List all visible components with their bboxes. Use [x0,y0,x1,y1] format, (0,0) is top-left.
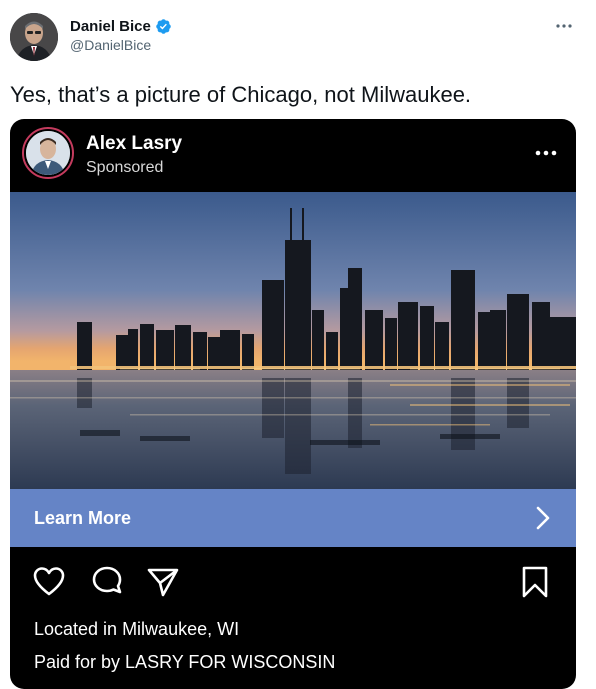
ad-more-icon [534,145,558,156]
ad-header: Alex Lasry Sponsored [10,119,576,191]
author-handle[interactable]: @DanielBice [70,37,172,53]
author-block: Daniel Bice @DanielBice [70,16,172,53]
tweet-card: Daniel Bice @DanielBice Yes, that’s a pi… [0,0,596,689]
author-name-row: Daniel Bice [70,16,172,36]
author-name[interactable]: Daniel Bice [70,18,151,35]
ad-paid-for-text: Paid for by LASRY FOR WISCONSIN [34,652,336,672]
ad-location-text: Located in Milwaukee, WI [34,619,240,639]
verified-badge-icon [155,18,172,35]
tweet-media[interactable]: Alex Lasry Sponsored Learn More Located … [10,119,576,689]
send-icon [146,565,180,599]
learn-more-label: Learn More [34,508,132,528]
tweet-text: Yes, that’s a picture of Chicago, not Mi… [10,82,472,107]
comment-bubble-icon [90,565,124,599]
chevron-right-icon [536,505,550,531]
ad-action-bar [10,565,576,605]
bookmark-icon [518,565,552,599]
author-avatar[interactable] [10,13,58,61]
learn-more-button[interactable]: Learn More [10,489,576,547]
author-avatar-image [10,13,58,61]
ad-avatar [26,131,70,175]
ad-avatar-ring [22,127,74,179]
ad-sponsored-label: Sponsored [86,159,164,176]
heart-icon [32,565,66,599]
ad-account-name: Alex Lasry [86,133,183,154]
ad-photo-skyline [10,192,576,489]
more-horizontal-icon[interactable] [554,18,574,34]
